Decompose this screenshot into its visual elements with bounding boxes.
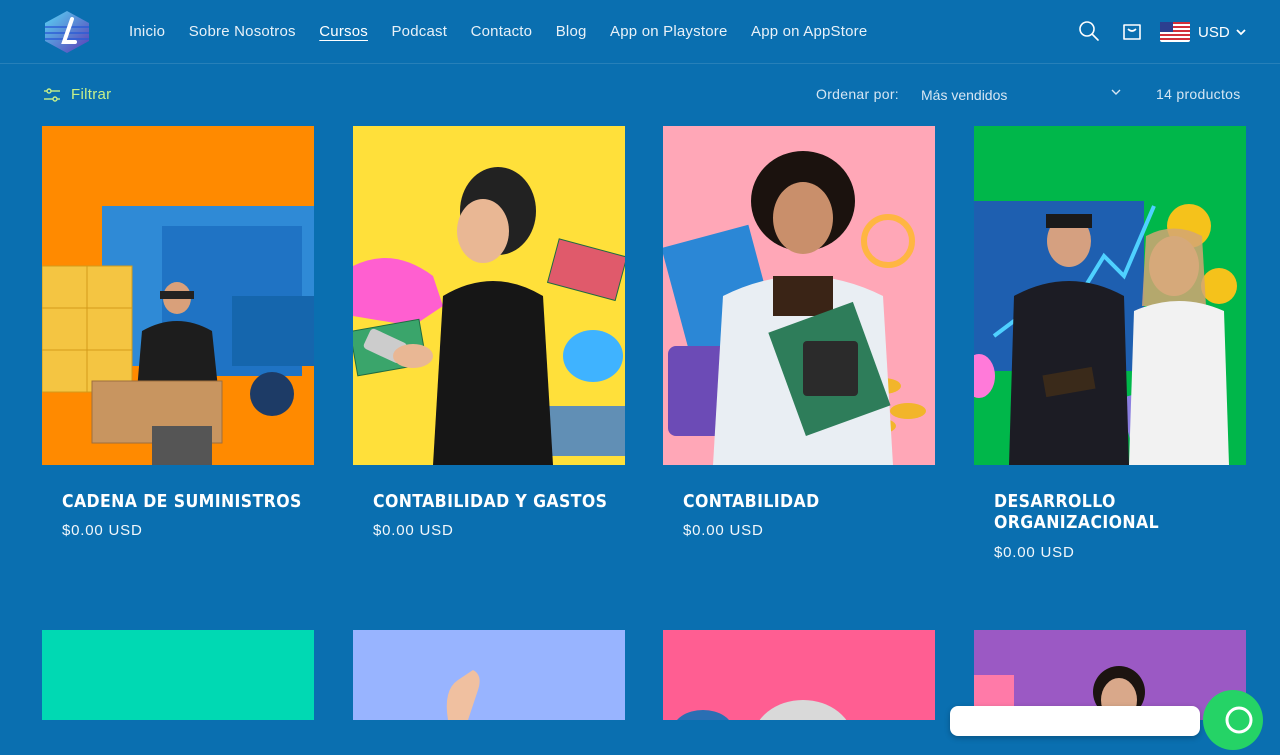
nav-inicio[interactable]: Inicio <box>129 23 165 40</box>
filter-label: Filtrar <box>71 86 112 103</box>
product-title[interactable]: CADENA DE SUMINISTROS <box>62 492 302 513</box>
product-price: $0.00 USD <box>62 522 143 539</box>
sort-value: Más vendidos <box>921 87 1008 103</box>
product-count: 14 productos <box>1156 86 1241 102</box>
product-card[interactable]: CADENA DE SUMINISTROS $0.00 USD <box>42 126 314 539</box>
chevron-down-icon <box>1236 28 1246 35</box>
product-price: $0.00 USD <box>683 522 764 539</box>
whatsapp-button[interactable] <box>1203 690 1263 750</box>
product-card[interactable] <box>353 630 625 720</box>
site-logo[interactable] <box>42 9 92 55</box>
nav-cursos[interactable]: Cursos <box>319 23 368 40</box>
main-nav: Inicio Sobre Nosotros Cursos Podcast Con… <box>129 0 891 63</box>
whatsapp-icon <box>1225 706 1253 734</box>
product-price: $0.00 USD <box>994 544 1075 561</box>
whatsapp-chat-bubble[interactable] <box>950 706 1200 736</box>
nav-sobre-nosotros[interactable]: Sobre Nosotros <box>189 23 296 40</box>
nav-app-playstore[interactable]: App on Playstore <box>610 23 727 40</box>
product-image[interactable] <box>663 630 935 720</box>
product-image[interactable] <box>42 126 314 465</box>
product-image[interactable] <box>353 126 625 465</box>
filter-button[interactable]: Filtrar <box>43 86 111 103</box>
nav-podcast[interactable]: Podcast <box>391 23 447 40</box>
product-title[interactable]: CONTABILIDAD Y GASTOS <box>373 492 613 513</box>
product-title[interactable]: CONTABILIDAD <box>683 492 923 513</box>
product-title[interactable]: DESARROLLO ORGANIZACIONAL <box>994 492 1234 534</box>
product-card[interactable]: DESARROLLO ORGANIZACIONAL $0.00 USD <box>974 126 1246 561</box>
currency-code: USD <box>1198 23 1230 41</box>
sort-select[interactable]: Más vendidos <box>921 84 1121 106</box>
product-image[interactable] <box>353 630 625 720</box>
filter-sliders-icon <box>44 87 60 102</box>
product-image[interactable] <box>974 126 1246 465</box>
product-image[interactable] <box>663 126 935 465</box>
sort-label: Ordenar por: <box>816 86 899 102</box>
product-card[interactable]: CONTABILIDAD $0.00 USD <box>663 126 935 539</box>
product-price: $0.00 USD <box>373 522 454 539</box>
product-image[interactable] <box>42 630 314 720</box>
search-icon[interactable] <box>1078 20 1100 42</box>
cart-icon[interactable] <box>1121 20 1143 42</box>
chevron-down-icon <box>1111 89 1121 95</box>
us-flag-icon <box>1160 22 1190 42</box>
nav-app-appstore[interactable]: App on AppStore <box>751 23 867 40</box>
nav-blog[interactable]: Blog <box>556 23 587 40</box>
product-card[interactable] <box>663 630 935 720</box>
product-card[interactable] <box>42 630 314 720</box>
currency-selector[interactable]: USD <box>1160 20 1246 44</box>
product-card[interactable]: CONTABILIDAD Y GASTOS $0.00 USD <box>353 126 625 539</box>
site-header: Inicio Sobre Nosotros Cursos Podcast Con… <box>0 0 1280 64</box>
nav-contacto[interactable]: Contacto <box>471 23 533 40</box>
